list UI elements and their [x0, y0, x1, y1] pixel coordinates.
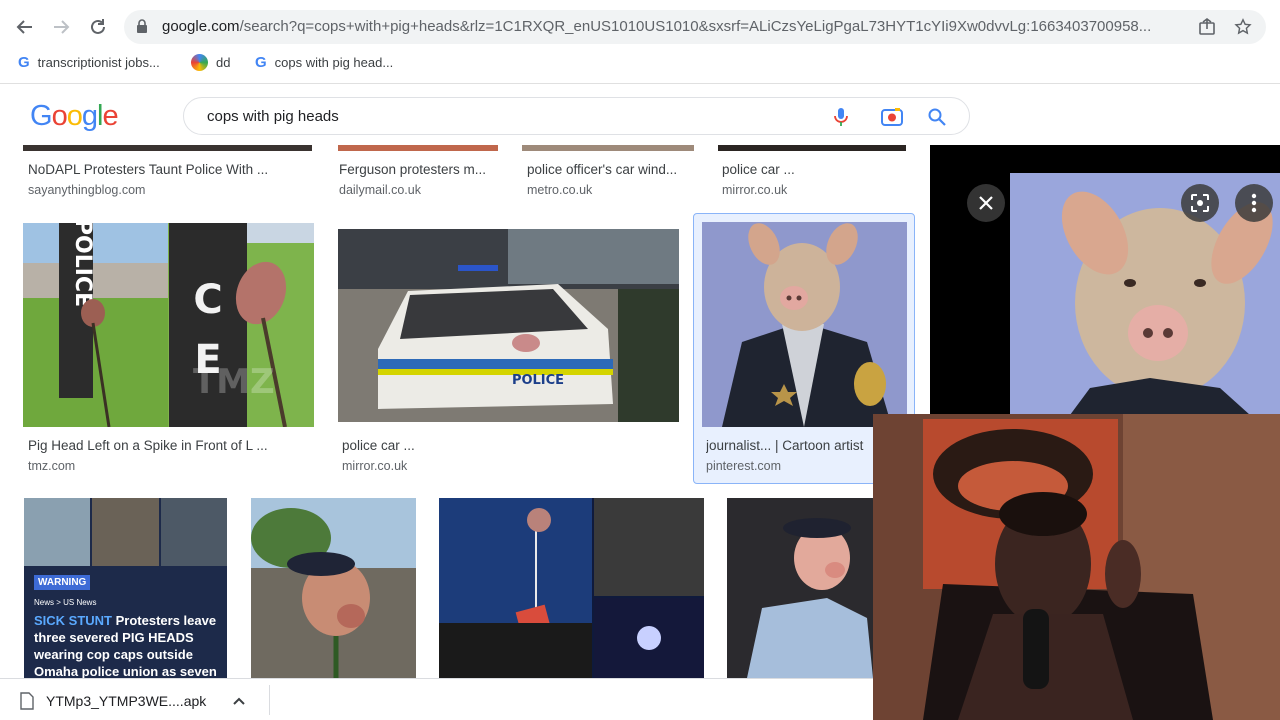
back-arrow-icon[interactable]: [12, 14, 38, 40]
address-bar[interactable]: google.com/search?q=cops+with+pig+heads&…: [124, 10, 1266, 44]
url-text[interactable]: google.com/search?q=cops+with+pig+heads&…: [162, 18, 1182, 35]
logo-letter: e: [102, 100, 118, 132]
close-icon[interactable]: [967, 184, 1005, 222]
warning-badge: WARNING: [34, 575, 91, 590]
download-bar: YTMp3_YTMP3WE....apk: [0, 678, 873, 720]
google-g-icon: G: [18, 54, 30, 71]
result-caption[interactable]: police car ...: [342, 438, 542, 453]
result-thumbnail[interactable]: WARNING News > US News SICK STUNT Protes…: [24, 498, 227, 678]
chevron-up-icon[interactable]: [232, 696, 246, 706]
result-caption[interactable]: Pig Head Left on a Spike in Front of L .…: [28, 438, 313, 453]
url-path: /search?q=cops+with+pig+heads&rlz=1C1RXQ…: [239, 18, 1152, 35]
thumb-photo-strip: [24, 498, 227, 566]
news-headline: SICK STUNT Protesters leave three severe…: [34, 612, 224, 678]
browser-toolbar: google.com/search?q=cops+with+pig+heads&…: [0, 0, 1280, 84]
thumb-sign-text: POLICE: [70, 223, 95, 307]
bookmark-label: dd: [216, 55, 231, 70]
microphone-icon[interactable]: [830, 106, 852, 128]
result-thumbnail[interactable]: [251, 498, 416, 678]
download-file-name: YTMp3_YTMP3WE....apk: [46, 693, 207, 709]
result-thumbnail[interactable]: [439, 498, 704, 678]
logo-letter: G: [30, 100, 53, 132]
lens-search-icon[interactable]: [1181, 184, 1219, 222]
result-thumbnail[interactable]: [718, 145, 906, 151]
bookmark-label: transcriptionist jobs...: [37, 55, 160, 70]
result-thumbnail[interactable]: [23, 145, 312, 151]
svg-text:C: C: [193, 277, 222, 323]
logo-letter: g: [81, 100, 98, 132]
logo-letter: o: [66, 100, 83, 132]
result-source[interactable]: dailymail.co.uk: [339, 183, 421, 197]
search-input[interactable]: cops with pig heads: [183, 97, 970, 135]
result-thumbnail[interactable]: POLICE C E TMZ: [23, 223, 314, 427]
bookmark-item[interactable]: G transcriptionist jobs...: [18, 54, 160, 71]
result-thumbnail[interactable]: POLICE: [338, 229, 679, 422]
google-logo[interactable]: Google: [30, 100, 119, 133]
result-caption[interactable]: police car ...: [722, 162, 902, 177]
result-source[interactable]: sayanythingblog.com: [28, 183, 145, 197]
image-preview-panel: [930, 145, 1280, 415]
google-g-icon: G: [255, 54, 267, 71]
color-circle-icon: [191, 54, 208, 71]
download-item[interactable]: YTMp3_YTMP3WE....apk: [20, 688, 270, 714]
webcam-overlay: [873, 414, 1280, 720]
bookmark-item[interactable]: G cops with pig head...: [255, 54, 393, 71]
result-caption[interactable]: police officer's car wind...: [527, 162, 697, 177]
search-header: Google cops with pig heads: [0, 85, 1280, 145]
result-thumbnail[interactable]: [702, 222, 907, 427]
result-source[interactable]: pinterest.com: [706, 459, 781, 473]
result-caption[interactable]: Ferguson protesters m...: [339, 162, 499, 177]
share-icon[interactable]: [1196, 16, 1218, 38]
news-breadcrumb: News > US News: [34, 598, 97, 607]
search-icon[interactable]: [926, 106, 948, 128]
download-divider: [269, 685, 270, 715]
result-source[interactable]: mirror.co.uk: [342, 459, 407, 473]
search-query[interactable]: cops with pig heads: [207, 108, 339, 125]
result-source[interactable]: tmz.com: [28, 459, 75, 473]
headline-red-part: SICK STUNT: [34, 613, 112, 628]
thumb-van-text: POLICE: [512, 373, 564, 388]
thumb-watermark: TMZ: [193, 362, 275, 402]
reload-icon[interactable]: [85, 14, 111, 40]
lock-icon: [137, 19, 147, 33]
result-thumbnail[interactable]: [338, 145, 498, 151]
image-results-grid: NoDAPL Protesters Taunt Police With ... …: [0, 145, 930, 678]
bookmark-star-icon[interactable]: [1232, 16, 1254, 38]
file-icon: [20, 692, 34, 710]
result-thumbnail[interactable]: [522, 145, 694, 151]
bookmark-label: cops with pig head...: [274, 55, 394, 70]
camera-lens-icon[interactable]: [881, 106, 903, 128]
forward-arrow-icon[interactable]: [48, 14, 74, 40]
result-source[interactable]: mirror.co.uk: [722, 183, 787, 197]
result-source[interactable]: metro.co.uk: [527, 183, 592, 197]
url-host: google.com: [162, 18, 240, 35]
more-options-icon[interactable]: [1235, 184, 1273, 222]
result-caption[interactable]: NoDAPL Protesters Taunt Police With ...: [28, 162, 308, 177]
bookmarks-bar: G transcriptionist jobs... dd G cops wit…: [0, 50, 1280, 76]
logo-letter: o: [51, 100, 68, 132]
bookmark-item[interactable]: dd: [191, 54, 230, 71]
result-thumbnail[interactable]: [727, 498, 873, 678]
